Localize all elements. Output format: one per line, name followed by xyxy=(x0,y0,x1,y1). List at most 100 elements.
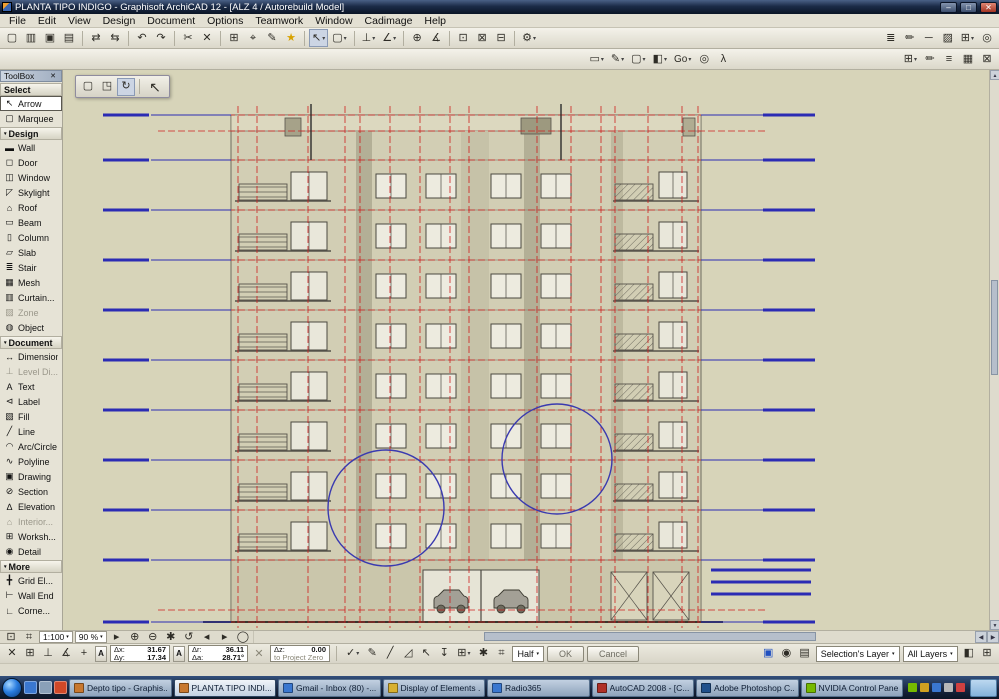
toolbox-close-icon[interactable]: ✕ xyxy=(48,72,58,80)
tool-polyline[interactable]: ∿ Polyline xyxy=(0,454,62,469)
arrow-cursor-button[interactable]: ↖ xyxy=(144,77,166,97)
guideline-combo[interactable]: ⊥ ▾ xyxy=(359,29,379,47)
taskbar-item-6[interactable]: AutoCAD 2008 - [C... xyxy=(591,678,694,697)
vertical-scrollbar[interactable]: ▲ ▼ xyxy=(989,70,999,630)
tool-detail[interactable]: ◉ Detail xyxy=(0,544,62,559)
tool-door[interactable]: ◻ Door xyxy=(0,155,62,170)
toolbox-section-design[interactable]: ▾ Design xyxy=(0,127,62,140)
menu-view[interactable]: View xyxy=(62,14,97,28)
virtual-trace-combo[interactable]: ▭ ▾ xyxy=(586,50,606,68)
tool-fill[interactable]: ▧ Fill xyxy=(0,409,62,424)
tool-drawing[interactable]: ▣ Drawing xyxy=(0,469,62,484)
cancel-button[interactable]: Cancel xyxy=(587,645,640,662)
layers-button[interactable]: ≣ xyxy=(882,29,900,47)
redo-button[interactable]: ↷ xyxy=(152,29,170,47)
toolbox-section-more[interactable]: ▾ More xyxy=(0,560,62,573)
grid-snap-toggle[interactable]: ⊞ xyxy=(22,646,38,662)
tool-grid-el[interactable]: ╋ Grid El... xyxy=(0,573,62,588)
tool-arc-circle[interactable]: ◠ Arc/Circle xyxy=(0,439,62,454)
menu-document[interactable]: Document xyxy=(141,14,201,28)
xy-coordinate-box[interactable]: Δx: 31.67 Δy: 17.34 xyxy=(110,645,170,662)
taskbar-item-5[interactable]: Radio365 xyxy=(487,678,590,697)
pen-sets-button[interactable]: ✏ xyxy=(901,29,919,47)
explore-button[interactable]: λ xyxy=(714,50,732,68)
elevation-drawing[interactable] xyxy=(63,70,999,630)
delete-button[interactable]: ✕ xyxy=(198,29,216,47)
tool-curtain[interactable]: ▥ Curtain... xyxy=(0,290,62,305)
panel-toggle-button[interactable]: ◧ xyxy=(961,646,977,662)
undo-button[interactable]: ↶ xyxy=(133,29,151,47)
layer-visibility-button[interactable]: ◉ xyxy=(778,646,794,662)
absolute-x-button[interactable]: A xyxy=(95,645,107,662)
menu-cadimage[interactable]: Cadimage xyxy=(359,14,419,28)
tray-icon-update[interactable] xyxy=(920,683,929,692)
tool-worksh[interactable]: ⊞ Worksh... xyxy=(0,529,62,544)
tool-level-di[interactable]: ⊥ Level Di... xyxy=(0,364,62,379)
drawing-combo[interactable]: ▢ ▾ xyxy=(628,50,648,68)
tool-window[interactable]: ◫ Window xyxy=(0,170,62,185)
save-button[interactable]: ▣ xyxy=(41,29,59,47)
maximize-button[interactable]: □ xyxy=(960,1,977,13)
taskbar-item-8[interactable]: NVIDIA Control Panel xyxy=(800,678,903,697)
clock-tray[interactable] xyxy=(970,678,997,697)
tool-section[interactable]: ⊘ Section xyxy=(0,484,62,499)
print-button[interactable]: ▤ xyxy=(60,29,78,47)
taskbar-item-1[interactable]: Depto tipo - Graphis... xyxy=(69,678,172,697)
absolute-r-button[interactable]: A xyxy=(173,645,185,662)
tray-icon-nvidia[interactable] xyxy=(908,683,917,692)
ok-button[interactable]: OK xyxy=(547,645,585,662)
toolbox-section-select[interactable]: Select xyxy=(0,83,62,96)
tool-line[interactable]: ╱ Line xyxy=(0,424,62,439)
marquee-tool-combo[interactable]: ▢ ▾ xyxy=(329,29,349,47)
layer-list-button[interactable]: ▤ xyxy=(796,646,812,662)
half-size-combo[interactable]: Half ▾ xyxy=(512,645,544,662)
grid-toggle-button[interactable]: ⊞ xyxy=(979,646,995,662)
tray-icon-volume[interactable] xyxy=(944,683,953,692)
send-changes-button[interactable]: ⇄ xyxy=(87,29,105,47)
tool-mesh[interactable]: ▦ Mesh xyxy=(0,275,62,290)
tool-dimension[interactable]: ↔ Dimension xyxy=(0,349,62,364)
camera-button[interactable]: ◎ xyxy=(978,29,996,47)
tool-column[interactable]: ▯ Column xyxy=(0,230,62,245)
angle-tool-button[interactable]: ◿ xyxy=(400,646,416,662)
cut-button[interactable]: ✂ xyxy=(179,29,197,47)
angle-snap-toggle[interactable]: ∡ xyxy=(58,646,74,662)
slope-combo[interactable]: ∠ ▾ xyxy=(379,29,399,47)
selection-layer-combo[interactable]: Selection's Layer ▾ xyxy=(815,645,900,662)
tool-marquee[interactable]: ▢ Marquee xyxy=(0,111,62,126)
marquee-mode-button[interactable]: ▢ xyxy=(79,78,97,96)
grid-display-combo[interactable]: ⊞ ▾ xyxy=(958,29,977,47)
horizontal-scrollbar[interactable] xyxy=(253,631,974,643)
z-coordinate-box[interactable]: Δz: 0.00 to Project Zero xyxy=(270,645,330,662)
tool-text[interactable]: A Text xyxy=(0,379,62,394)
horizontal-scroll-thumb[interactable] xyxy=(484,632,816,641)
origin-button[interactable]: ⊕ xyxy=(408,29,426,47)
all-layers-combo[interactable]: All Layers ▾ xyxy=(902,645,958,662)
tool-wall-end[interactable]: ⊢ Wall End xyxy=(0,588,62,603)
tool-corne[interactable]: ∟ Corne... xyxy=(0,603,62,618)
pen-button[interactable]: ✎ xyxy=(263,29,281,47)
cursor-snap-button[interactable]: ↖ xyxy=(418,646,434,662)
menu-options[interactable]: Options xyxy=(201,14,249,28)
scroll-left-arrow[interactable]: ◀ xyxy=(975,631,987,643)
snap-points-button[interactable]: ⌖ xyxy=(244,29,262,47)
tool-zone[interactable]: ▨ Zone xyxy=(0,305,62,320)
toolbox-section-document[interactable]: ▾ Document xyxy=(0,336,62,349)
orbit-button[interactable]: ◎ xyxy=(695,50,713,68)
menu-teamwork[interactable]: Teamwork xyxy=(249,14,309,28)
taskbar-item-3[interactable]: Gmail - Inbox (80) -... xyxy=(278,678,381,697)
taskbar-item-7[interactable]: Adobe Photoshop C... xyxy=(696,678,799,697)
relative-coords-combo[interactable]: ✓ ▾ xyxy=(343,646,362,662)
new-button[interactable]: ▢ xyxy=(3,29,21,47)
tool-beam[interactable]: ▭ Beam xyxy=(0,215,62,230)
view-combo[interactable]: ◧ ▾ xyxy=(650,50,670,68)
zoom-combo[interactable]: 90 % ▾ xyxy=(74,631,107,643)
favorites-button[interactable]: ★ xyxy=(282,29,300,47)
quick-launch-media[interactable] xyxy=(54,681,67,694)
snap-grid-button[interactable]: ⊞ xyxy=(225,29,243,47)
menu-help[interactable]: Help xyxy=(418,14,452,28)
project-down-button[interactable]: ↧ xyxy=(436,646,452,662)
ra-coordinate-box[interactable]: Δr: 36.11 Δa: 28.71° xyxy=(188,645,248,662)
elevation-close-icon[interactable]: ✕ xyxy=(251,646,267,662)
add-point-button[interactable]: + xyxy=(76,646,92,662)
